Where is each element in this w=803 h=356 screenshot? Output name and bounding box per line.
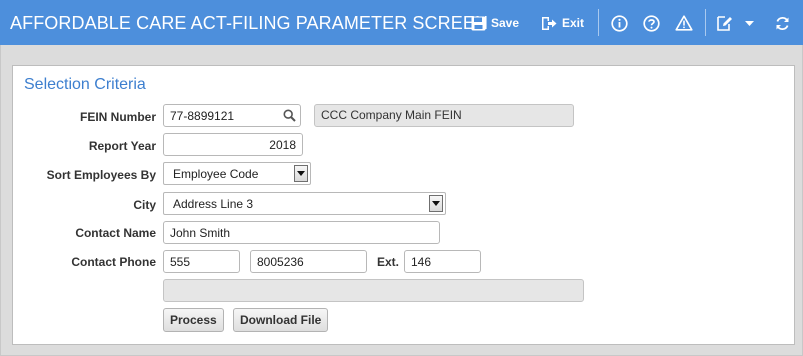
exit-icon — [541, 16, 557, 31]
help-icon — [643, 14, 660, 32]
toolbar-divider — [705, 9, 706, 36]
download-file-button[interactable]: Download File — [233, 308, 329, 332]
sort-employees-select[interactable]: Employee Code — [163, 162, 311, 185]
selection-criteria-panel: Selection Criteria FEIN Number CCC Compa… — [12, 65, 795, 345]
toolbar-divider — [598, 9, 599, 36]
contact-name-input[interactable] — [163, 221, 440, 244]
warning-icon — [675, 15, 693, 31]
phone-ext-input[interactable] — [404, 250, 481, 273]
panel-title: Selection Criteria — [24, 76, 146, 93]
fein-label: FEIN Number — [79, 110, 156, 124]
chevron-down-icon[interactable] — [429, 195, 443, 212]
save-label: Save — [491, 16, 520, 30]
report-year-input[interactable] — [163, 133, 303, 156]
process-button[interactable]: Process — [163, 308, 224, 332]
edit-button[interactable] — [716, 12, 733, 34]
sort-employees-label: Sort Employees By — [46, 168, 156, 182]
refresh-button[interactable] — [774, 12, 791, 34]
search-icon[interactable] — [283, 109, 296, 125]
more-menu-button[interactable] — [744, 12, 755, 34]
city-label: City — [133, 198, 156, 212]
exit-label: Exit — [562, 16, 585, 30]
title-bar: AFFORDABLE CARE ACT-FILING PARAMETER SCR… — [0, 0, 803, 45]
warning-button[interactable] — [675, 12, 693, 34]
save-button[interactable]: Save — [471, 12, 519, 34]
refresh-icon — [774, 15, 791, 32]
chevron-down-icon — [744, 20, 755, 27]
page-title: AFFORDABLE CARE ACT-FILING PARAMETER SCR… — [10, 13, 489, 33]
exit-button[interactable]: Exit — [541, 12, 584, 34]
info-icon — [611, 14, 628, 32]
city-value: Address Line 3 — [173, 197, 254, 211]
phone-ext-label: Ext. — [377, 255, 400, 269]
fein-description-field: CCC Company Main FEIN — [314, 104, 574, 127]
phone-area-code-input[interactable] — [163, 250, 240, 273]
contact-phone-label: Contact Phone — [71, 255, 156, 269]
status-field — [163, 279, 584, 302]
sort-employees-value: Employee Code — [173, 167, 259, 181]
chevron-down-icon[interactable] — [294, 165, 308, 182]
report-year-label: Report Year — [88, 139, 156, 153]
edit-icon — [716, 15, 733, 32]
fein-input[interactable] — [163, 104, 301, 127]
city-select[interactable]: Address Line 3 — [163, 192, 446, 215]
help-button[interactable] — [643, 12, 660, 34]
info-button[interactable] — [611, 12, 628, 34]
work-area: Selection Criteria FEIN Number CCC Compa… — [0, 45, 803, 356]
contact-name-label: Contact Name — [75, 226, 156, 240]
save-icon — [471, 16, 486, 31]
phone-number-input[interactable] — [250, 250, 367, 273]
